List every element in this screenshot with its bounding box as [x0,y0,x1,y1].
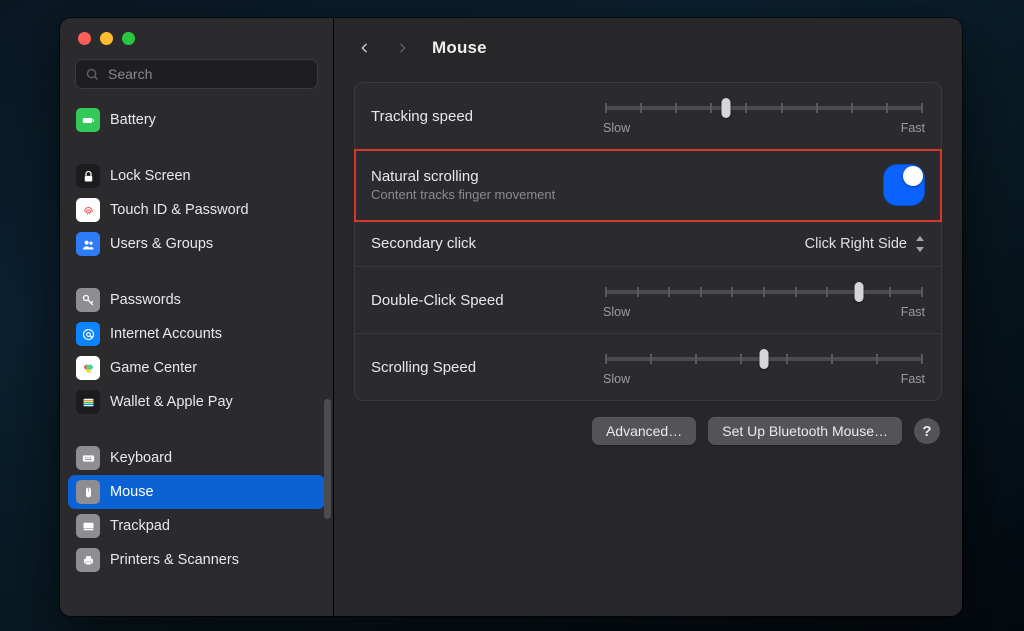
tracking-speed-label: Tracking speed [371,108,603,125]
sidebar: Battery Lock Screen Touch ID & Password Use… [60,18,334,616]
gamecenter-icon [76,356,100,380]
sidebar-item-label: Passwords [110,292,181,308]
search-icon [85,67,100,82]
system-settings-window: Battery Lock Screen Touch ID & Password Use… [60,18,962,616]
sidebar-item-wallet[interactable]: Wallet & Apple Pay [68,385,325,419]
sidebar-item-label: Battery [110,112,156,128]
minimize-icon[interactable] [100,32,113,45]
sidebar-nav: Battery Lock Screen Touch ID & Password Use… [60,99,333,616]
chevron-right-icon [396,39,409,57]
sidebar-item-keyboard[interactable]: Keyboard [68,441,325,475]
row-double-click-speed: Double-Click Speed Slow Fast [355,267,941,334]
sidebar-item-label: Touch ID & Password [110,202,249,218]
natural-scrolling-toggle[interactable] [883,164,925,206]
trackpad-icon [76,514,100,538]
secondary-click-popup[interactable]: Click Right Side [603,236,925,252]
help-button[interactable]: ? [914,418,940,444]
row-natural-scrolling: Natural scrolling Content tracks finger … [355,150,941,221]
printer-icon [76,548,100,572]
toggle-knob [903,166,923,186]
close-icon[interactable] [78,32,91,45]
sidebar-item-label: Trackpad [110,518,170,534]
sidebar-item-label: Lock Screen [110,168,191,184]
slider-max-label: Fast [901,121,925,135]
setup-bluetooth-button[interactable]: Set Up Bluetooth Mouse… [708,417,902,445]
sidebar-item-label: Mouse [110,484,154,500]
slider-min-label: Slow [603,305,630,319]
page-title: Mouse [432,38,487,58]
users-icon [76,232,100,256]
slider-max-label: Fast [901,372,925,386]
sidebar-item-battery[interactable]: Battery [68,103,325,137]
footer-buttons: Advanced… Set Up Bluetooth Mouse… ? [334,401,962,445]
sidebar-item-label: Internet Accounts [110,326,222,342]
content-pane: Mouse Tracking speed Slow Fast [334,18,962,616]
scrollbar-thumb[interactable] [324,399,331,519]
natural-scrolling-sub: Content tracks finger movement [371,187,603,202]
sidebar-item-gamecenter[interactable]: Game Center [68,351,325,385]
sidebar-item-label: Keyboard [110,450,172,466]
maximize-icon[interactable] [122,32,135,45]
search-input[interactable] [108,66,308,82]
chevron-left-icon [358,39,371,57]
slider-max-label: Fast [901,305,925,319]
slider-min-label: Slow [603,121,630,135]
double-click-speed-slider[interactable] [605,285,923,299]
sidebar-item-mouse[interactable]: Mouse [68,475,325,509]
scrolling-speed-label: Scrolling Speed [371,359,603,376]
secondary-click-label: Secondary click [371,235,603,252]
header: Mouse [334,18,962,68]
scrolling-speed-slider[interactable] [605,352,923,366]
row-scrolling-speed: Scrolling Speed Slow Fast [355,334,941,400]
sidebar-item-label: Wallet & Apple Pay [110,394,233,410]
natural-scrolling-label: Natural scrolling [371,168,603,185]
double-click-speed-label: Double-Click Speed [371,292,603,309]
row-secondary-click: Secondary click Click Right Side [355,221,941,267]
row-tracking-speed: Tracking speed Slow Fast [355,83,941,150]
sidebar-item-label: Game Center [110,360,197,376]
tracking-speed-slider[interactable] [605,101,923,115]
settings-panel: Tracking speed Slow Fast Natural sc [354,82,942,401]
fingerprint-icon [76,198,100,222]
forward-button[interactable] [390,34,414,62]
sidebar-item-label: Users & Groups [110,236,213,252]
at-icon [76,322,100,346]
slider-min-label: Slow [603,372,630,386]
sidebar-item-label: Printers & Scanners [110,552,239,568]
secondary-click-value: Click Right Side [805,236,907,252]
search-field[interactable] [75,59,318,89]
sidebar-item-touchid[interactable]: Touch ID & Password [68,193,325,227]
advanced-button[interactable]: Advanced… [592,417,696,445]
wallet-icon [76,390,100,414]
sidebar-item-internetaccounts[interactable]: Internet Accounts [68,317,325,351]
battery-icon [76,108,100,132]
updown-icon [915,236,925,252]
back-button[interactable] [352,34,376,62]
keyboard-icon [76,446,100,470]
window-controls [60,18,333,45]
sidebar-item-lockscreen[interactable]: Lock Screen [68,159,325,193]
mouse-icon [76,480,100,504]
sidebar-item-users[interactable]: Users & Groups [68,227,325,261]
sidebar-item-passwords[interactable]: Passwords [68,283,325,317]
lock-icon [76,164,100,188]
key-icon [76,288,100,312]
sidebar-item-printers[interactable]: Printers & Scanners [68,543,325,577]
sidebar-item-trackpad[interactable]: Trackpad [68,509,325,543]
